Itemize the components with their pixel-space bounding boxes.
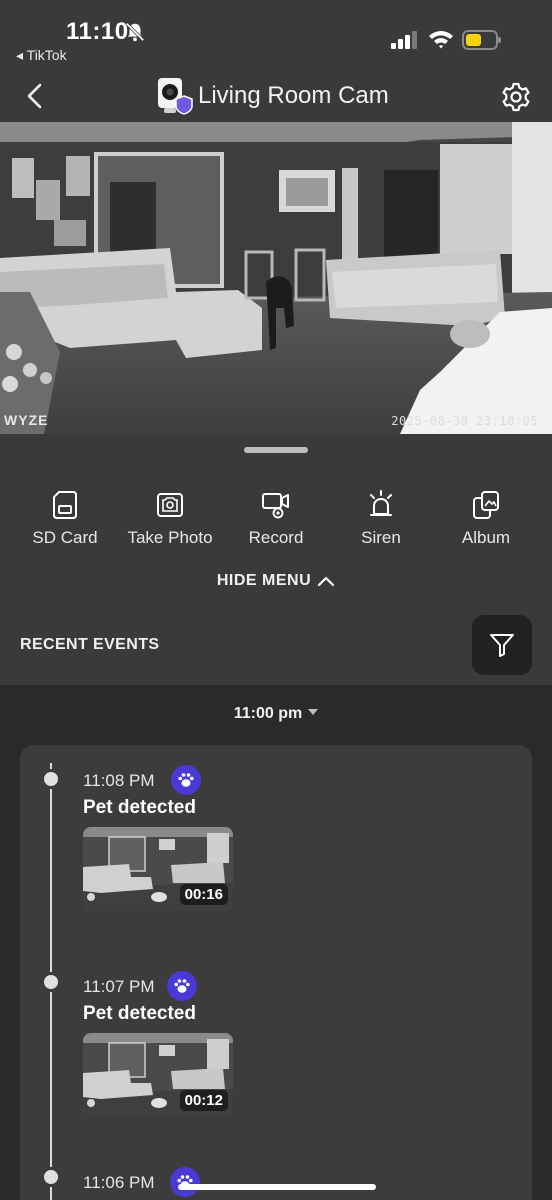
hide-menu-label: HIDE MENU bbox=[216, 572, 312, 589]
nav-bar: Living Room Cam bbox=[0, 70, 552, 122]
page-title: Living Room Cam bbox=[198, 82, 389, 109]
events-timeline-card: 11:08 PM Pet detected 00:16 11:07 PM Pet… bbox=[20, 745, 532, 1200]
timeline-dot bbox=[41, 769, 61, 789]
event-thumbnail[interactable]: 00:16 bbox=[83, 827, 233, 911]
recent-events-heading: RECENT EVENTS bbox=[20, 636, 160, 653]
event-time: 11:06 PM bbox=[83, 1173, 155, 1192]
menu-label: Take Photo bbox=[127, 528, 213, 547]
camera-icon bbox=[157, 493, 183, 517]
pet-badge bbox=[170, 1167, 200, 1197]
feed-scene-image bbox=[0, 122, 552, 434]
sd-card-icon bbox=[53, 491, 77, 519]
event-title: Pet detected bbox=[83, 797, 196, 818]
menu-label: Siren bbox=[361, 528, 401, 547]
time-filter-dropdown[interactable]: 11:00 pm bbox=[0, 705, 552, 723]
filter-button[interactable] bbox=[472, 615, 532, 675]
siren-icon bbox=[370, 490, 392, 516]
album-button[interactable]: Album bbox=[431, 478, 541, 558]
time-filter-value: 11:00 pm bbox=[233, 705, 303, 722]
feed-timestamp: 2025-08-30 23:10:05 bbox=[391, 414, 538, 428]
feed-watermark: WYZE bbox=[4, 412, 49, 428]
record-button[interactable]: Record bbox=[221, 478, 331, 558]
event-duration: 00:12 bbox=[179, 1090, 228, 1111]
home-indicator[interactable] bbox=[178, 1184, 376, 1190]
filter-funnel-icon bbox=[490, 634, 514, 657]
wifi-icon bbox=[429, 31, 453, 49]
battery-icon bbox=[462, 30, 501, 50]
live-camera-feed[interactable]: WYZE 2025-08-30 23:10:05 bbox=[0, 122, 552, 434]
back-chevron-icon[interactable] bbox=[22, 82, 48, 110]
bell-slash-icon bbox=[125, 22, 145, 42]
panel-drag-handle[interactable] bbox=[244, 447, 308, 453]
settings-gear-icon[interactable] bbox=[500, 81, 532, 113]
album-icon bbox=[473, 491, 499, 519]
paw-icon bbox=[174, 979, 190, 993]
sd-card-button[interactable]: SD Card bbox=[10, 478, 120, 558]
event-duration: 00:16 bbox=[179, 884, 228, 905]
timeline-dot bbox=[41, 1167, 61, 1187]
timeline-dot bbox=[41, 972, 61, 992]
record-icon bbox=[262, 493, 289, 519]
cellular-signal-icon bbox=[391, 31, 417, 49]
camera-device-icon bbox=[158, 78, 193, 115]
pet-badge bbox=[167, 971, 197, 1001]
status-bar: 11:10 ◂ TikTok bbox=[0, 0, 552, 70]
take-photo-button[interactable]: Take Photo bbox=[115, 478, 225, 558]
menu-label: SD Card bbox=[32, 528, 98, 547]
menu-label: Record bbox=[248, 528, 304, 547]
events-panel: 11:00 pm 11:08 PM Pet detected 00:16 11:… bbox=[0, 685, 552, 1200]
event-time: 11:08 PM bbox=[83, 771, 155, 790]
event-title: Pet detected bbox=[83, 1003, 196, 1024]
caret-down-icon bbox=[308, 709, 319, 715]
menu-label: Album bbox=[461, 528, 511, 547]
event-time: 11:07 PM bbox=[83, 977, 155, 996]
chevron-up-icon bbox=[318, 576, 335, 587]
camera-actions-menu: SD Card Take Photo Record Siren Album bbox=[0, 478, 552, 558]
event-thumbnail[interactable]: 00:12 bbox=[83, 1033, 233, 1117]
siren-button[interactable]: Siren bbox=[326, 478, 436, 558]
hide-menu-toggle[interactable]: HIDE MENU bbox=[0, 572, 552, 590]
back-to-app-link[interactable]: ◂ TikTok bbox=[16, 47, 67, 64]
status-time: 11:10 bbox=[66, 18, 129, 45]
paw-icon bbox=[178, 773, 194, 787]
pet-badge bbox=[171, 765, 201, 795]
